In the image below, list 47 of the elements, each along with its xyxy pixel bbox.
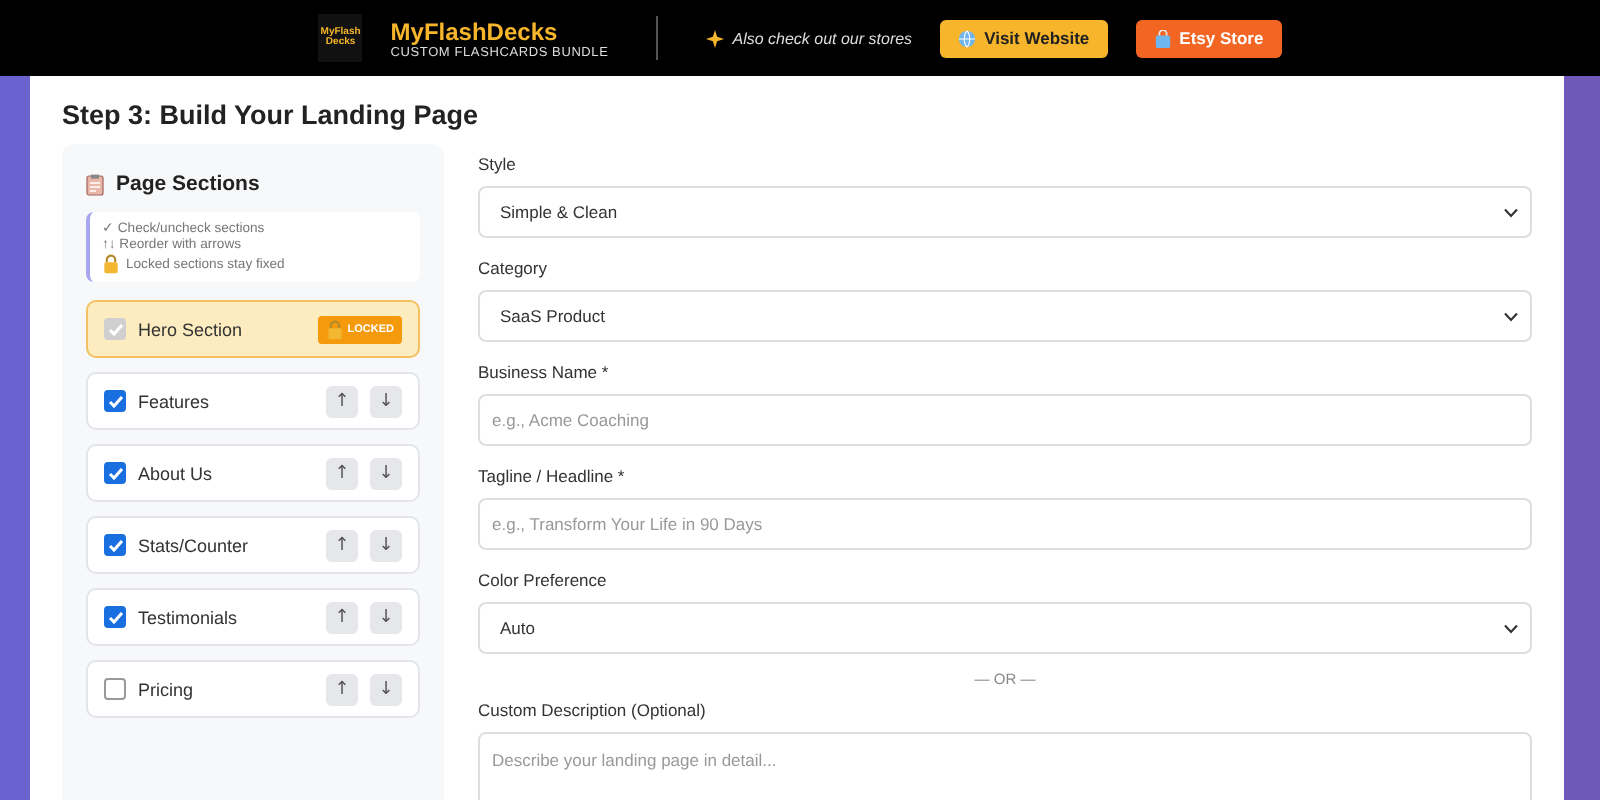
- chevron-down-icon: [1504, 623, 1518, 633]
- field-label: Category: [478, 258, 549, 278]
- field-label: Business Name *: [478, 362, 611, 382]
- sparkle-icon: [706, 29, 725, 47]
- checkbox[interactable]: [104, 462, 126, 484]
- section-label: Pricing: [138, 679, 196, 699]
- move-up-button[interactable]: ↑: [326, 457, 358, 489]
- dropdown[interactable]: Auto: [478, 602, 1532, 654]
- move-down-button[interactable]: ↓: [370, 673, 402, 705]
- field-label: Color Preference: [478, 570, 609, 590]
- field-label: Custom Description (Optional): [478, 700, 708, 720]
- checkbox[interactable]: [104, 390, 126, 412]
- checkbox[interactable]: [104, 606, 126, 628]
- move-down-button[interactable]: ↓: [370, 457, 402, 489]
- checkbox[interactable]: [104, 678, 126, 700]
- move-up-button[interactable]: ↑: [326, 601, 358, 633]
- move-up-button[interactable]: ↑: [326, 529, 358, 561]
- dropdown[interactable]: SaaS Product: [478, 290, 1532, 342]
- dropdown[interactable]: Simple & Clean: [478, 186, 1532, 238]
- clipboard-icon: [86, 173, 104, 195]
- lock-icon: [102, 254, 120, 274]
- move-up-button[interactable]: ↑: [326, 385, 358, 417]
- section-label: Hero Section: [138, 319, 245, 339]
- section-label: Stats/Counter: [138, 535, 251, 555]
- checkbox[interactable]: [104, 534, 126, 556]
- description-field[interactable]: Describe your landing page in detail...: [478, 732, 1532, 800]
- input-field[interactable]: e.g., Transform Your Life in 90 Days: [478, 498, 1532, 550]
- field-label: Tagline / Headline *: [478, 466, 627, 486]
- promo-text: Also check out our stores: [732, 29, 913, 47]
- brand-name: MyFlashDecks: [390, 17, 560, 45]
- move-down-button[interactable]: ↓: [370, 601, 402, 633]
- chevron-down-icon: [1504, 207, 1518, 217]
- section-label: About Us: [138, 463, 215, 483]
- move-up-button[interactable]: ↑: [326, 673, 358, 705]
- panel-title: Page Sections: [116, 172, 260, 196]
- section-label: Features: [138, 391, 212, 411]
- move-down-button[interactable]: ↓: [370, 529, 402, 561]
- page-heading: Step 3: Build Your Landing Page: [62, 98, 481, 134]
- shopping-bag-icon: [1153, 29, 1172, 47]
- input-field[interactable]: e.g., Acme Coaching: [478, 394, 1532, 446]
- visit-website-button[interactable]: Visit Website: [940, 19, 1108, 57]
- globe-icon: [958, 29, 977, 47]
- move-down-button[interactable]: ↓: [370, 385, 402, 417]
- field-label: Style: [478, 154, 518, 174]
- lock-icon: [325, 319, 344, 339]
- section-label: Testimonials: [138, 607, 240, 627]
- chevron-down-icon: [1504, 311, 1518, 321]
